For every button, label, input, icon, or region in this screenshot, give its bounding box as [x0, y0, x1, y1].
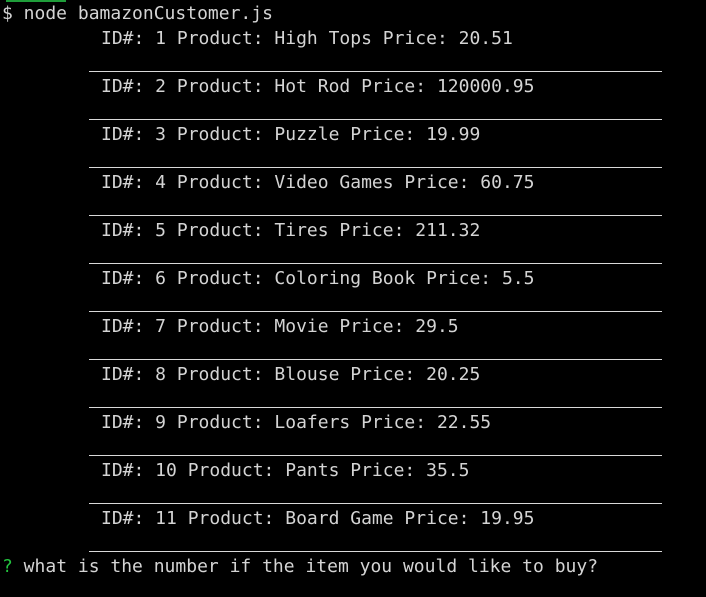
product-row-text: ID#: 4 Product: Video Games Price: 60.75	[101, 172, 535, 193]
product-row: ID#: 3 Product: Puzzle Price: 19.99	[0, 122, 706, 170]
purchase-prompt[interactable]: ? what is the number if the item you wou…	[2, 554, 598, 580]
product-row: ID#: 11 Product: Board Game Price: 19.95	[0, 506, 706, 554]
product-row-text: ID#: 6 Product: Coloring Book Price: 5.5	[101, 268, 535, 289]
product-row-text: ID#: 3 Product: Puzzle Price: 19.99	[101, 124, 481, 145]
product-row-text: ID#: 11 Product: Board Game Price: 19.95	[101, 508, 535, 529]
product-row-text: ID#: 9 Product: Loafers Price: 22.55	[101, 412, 492, 433]
product-row: ID#: 4 Product: Video Games Price: 60.75	[0, 170, 706, 218]
command-line: $ node bamazonCustomer.js	[2, 3, 273, 24]
terminal-window[interactable]: $ node bamazonCustomer.js ID#: 1 Product…	[0, 0, 706, 597]
product-row-text: ID#: 7 Product: Movie Price: 29.5	[101, 316, 459, 337]
product-row: ID#: 7 Product: Movie Price: 29.5	[0, 314, 706, 362]
row-separator	[89, 71, 662, 72]
row-separator	[89, 455, 662, 456]
prompt-question-marker: ?	[2, 556, 13, 577]
row-separator	[89, 311, 662, 312]
product-row: ID#: 5 Product: Tires Price: 211.32	[0, 218, 706, 266]
row-separator	[89, 215, 662, 216]
row-separator	[89, 263, 662, 264]
row-separator	[89, 167, 662, 168]
row-separator	[89, 119, 662, 120]
product-row-text: ID#: 10 Product: Pants Price: 35.5	[101, 460, 470, 481]
row-separator	[89, 359, 662, 360]
product-row: ID#: 1 Product: High Tops Price: 20.51	[0, 26, 706, 74]
row-separator	[89, 407, 662, 408]
product-row-text: ID#: 2 Product: Hot Rod Price: 120000.95	[101, 76, 535, 97]
product-row: ID#: 6 Product: Coloring Book Price: 5.5	[0, 266, 706, 314]
product-row: ID#: 8 Product: Blouse Price: 20.25	[0, 362, 706, 410]
product-list: ID#: 1 Product: High Tops Price: 20.51 ID…	[0, 26, 706, 554]
prompt-question-text: what is the number if the item you would…	[12, 556, 599, 577]
row-separator	[89, 551, 662, 552]
product-row: ID#: 9 Product: Loafers Price: 22.55	[0, 410, 706, 458]
product-row-text: ID#: 8 Product: Blouse Price: 20.25	[101, 364, 481, 385]
product-row-text: ID#: 5 Product: Tires Price: 211.32	[101, 220, 481, 241]
product-row-text: ID#: 1 Product: High Tops Price: 20.51	[101, 28, 513, 49]
product-row: ID#: 2 Product: Hot Rod Price: 120000.95	[0, 74, 706, 122]
row-separator	[89, 503, 662, 504]
product-row: ID#: 10 Product: Pants Price: 35.5	[0, 458, 706, 506]
